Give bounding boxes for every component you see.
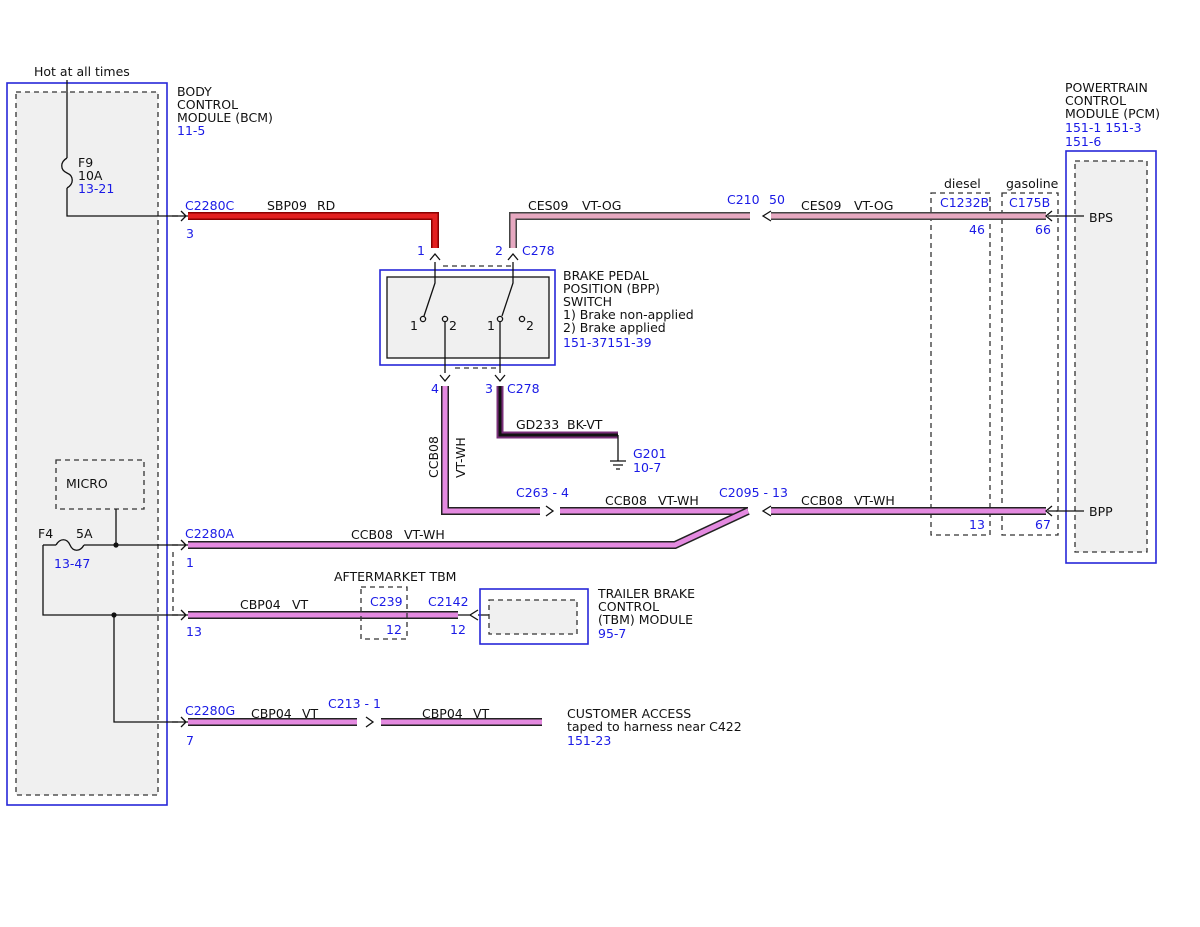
bcm-module: BODY CONTROL MODULE (BCM) 11-5 <box>6 82 273 806</box>
c2142-label[interactable]: C2142 <box>428 594 469 609</box>
aftermarket-tbm-label: AFTERMARKET TBM <box>334 569 456 584</box>
ccb08-vertical-color: VT-WH <box>453 437 468 478</box>
c2280a-label[interactable]: C2280A <box>185 526 235 541</box>
c2142-pin[interactable]: 12 <box>450 622 466 637</box>
wire-ccb08-bcm[interactable] <box>188 507 750 549</box>
bpp-pin-4[interactable]: 4 <box>431 381 439 396</box>
c278-top-label[interactable]: C278 <box>522 243 555 258</box>
engine-variant-boxes: diesel gasoline C1232B C175B 46 66 13 67 <box>930 176 1059 536</box>
c239-pin[interactable]: 12 <box>386 622 402 637</box>
cbp04-access-left-color: VT <box>302 706 319 721</box>
ces09-right-label: CES09 <box>801 198 842 213</box>
c2280g-pin[interactable]: 7 <box>186 733 194 748</box>
g201-ref[interactable]: 10-7 <box>633 460 661 475</box>
bpp-pin-1[interactable]: 1 <box>417 243 425 258</box>
ccb08-bcm-color: VT-WH <box>404 527 445 542</box>
cbp04-tbm-color: VT <box>292 597 309 612</box>
ground-g201: G201 10-7 <box>610 435 667 475</box>
sbp09-color: RD <box>317 198 335 213</box>
c263-label[interactable]: C263 - 4 <box>516 485 569 500</box>
customer-access: CUSTOMER ACCESS taped to harness near C4… <box>567 706 742 748</box>
c239-label[interactable]: C239 <box>370 594 403 609</box>
wiring-diagram: BODY CONTROL MODULE (BCM) 11-5 Hot at al… <box>6 64 1160 806</box>
switch-a-contact-1: 1 <box>410 318 418 333</box>
c210-label[interactable]: C210 <box>727 192 760 207</box>
bpp-state-2: 2) Brake applied <box>563 320 666 335</box>
c2095-label[interactable]: C2095 - 13 <box>719 485 788 500</box>
f4-fuse-rating: 5A <box>76 526 93 541</box>
wire-sbp09[interactable] <box>188 212 439 248</box>
bpp-ref[interactable]: 151-37151-39 <box>563 335 652 350</box>
g201-label[interactable]: G201 <box>633 446 667 461</box>
pcm-title-3: MODULE (PCM) <box>1065 106 1160 121</box>
diesel-label: diesel <box>944 176 981 191</box>
cbp04-access-right-label: CBP04 <box>422 706 463 721</box>
pcm-pin-bpp: BPP <box>1089 504 1113 519</box>
c2280a-pin[interactable]: 1 <box>186 555 194 570</box>
f9-fuse-ref[interactable]: 13-21 <box>78 181 114 196</box>
gd233-label: GD233 <box>516 417 559 432</box>
c210-pin[interactable]: 50 <box>769 192 785 207</box>
ces09-left-label: CES09 <box>528 198 569 213</box>
c2280c-label[interactable]: C2280C <box>185 198 235 213</box>
c1232b-pin-13[interactable]: 13 <box>969 517 985 532</box>
tbm-module: TRAILER BRAKE CONTROL (TBM) MODULE 95-7 <box>479 586 695 645</box>
c1232b-label[interactable]: C1232B <box>940 195 989 210</box>
tbm-title-3: (TBM) MODULE <box>598 612 693 627</box>
c1232b-pin-46[interactable]: 46 <box>969 222 985 237</box>
pcm-module: POWERTRAIN CONTROL MODULE (PCM) 151-1 15… <box>1056 80 1160 564</box>
ccb08-right-label: CCB08 <box>801 493 843 508</box>
hot-at-all-times-label: Hot at all times <box>34 64 130 79</box>
customer-access-note: taped to harness near C422 <box>567 719 742 734</box>
c2280g-label[interactable]: C2280G <box>185 703 235 718</box>
c175b-label[interactable]: C175B <box>1009 195 1050 210</box>
c213-label[interactable]: C213 - 1 <box>328 696 381 711</box>
f4-fuse-name: F4 <box>38 526 53 541</box>
switch-b-contact-2: 2 <box>526 318 534 333</box>
ccb08-vertical-label: CCB08 <box>426 436 441 478</box>
connector-labels: C2280C 3 C2280A 1 13 C2280G 7 1 2 C278 4… <box>185 192 788 748</box>
ces09-left-color: VT-OG <box>582 198 621 213</box>
ccb08-mid-label: CCB08 <box>605 493 647 508</box>
c175b-pin-66[interactable]: 66 <box>1035 222 1051 237</box>
pcm-ref-1[interactable]: 151-1 151-3 <box>1065 120 1142 135</box>
switch-b-contact-1: 1 <box>487 318 495 333</box>
micro-label: MICRO <box>66 476 108 491</box>
ces09-right-color: VT-OG <box>854 198 893 213</box>
ccb08-bcm-label: CCB08 <box>351 527 393 542</box>
cbp04-tbm-label: CBP04 <box>240 597 281 612</box>
bpp-switch: 1 2 1 2 BRAKE PEDAL POSITION (BPP) SWITC… <box>379 262 694 373</box>
tbm-ref[interactable]: 95-7 <box>598 626 626 641</box>
gasoline-label: gasoline <box>1006 176 1059 191</box>
switch-a-contact-2: 2 <box>449 318 457 333</box>
cbp04-access-right-color: VT <box>473 706 490 721</box>
sbp09-label: SBP09 <box>267 198 307 213</box>
bpp-pin-3[interactable]: 3 <box>485 381 493 396</box>
ccb08-mid-color: VT-WH <box>658 493 699 508</box>
f4-fuse-ref[interactable]: 13-47 <box>54 556 90 571</box>
bpp-pin-2[interactable]: 2 <box>495 243 503 258</box>
pcm-pin-bps: BPS <box>1089 210 1113 225</box>
bcm-ref[interactable]: 11-5 <box>177 123 205 138</box>
bcm-connector-arrows <box>172 210 188 728</box>
cbp04-access-left-label: CBP04 <box>251 706 292 721</box>
c2280a-pin-13[interactable]: 13 <box>186 624 202 639</box>
c278-bottom-label[interactable]: C278 <box>507 381 540 396</box>
ccb08-right-color: VT-WH <box>854 493 895 508</box>
gd233-color: BK-VT <box>567 417 603 432</box>
c175b-pin-67[interactable]: 67 <box>1035 517 1051 532</box>
c2280c-pin[interactable]: 3 <box>186 226 194 241</box>
customer-access-ref[interactable]: 151-23 <box>567 733 611 748</box>
pcm-ref-2[interactable]: 151-6 <box>1065 134 1101 149</box>
